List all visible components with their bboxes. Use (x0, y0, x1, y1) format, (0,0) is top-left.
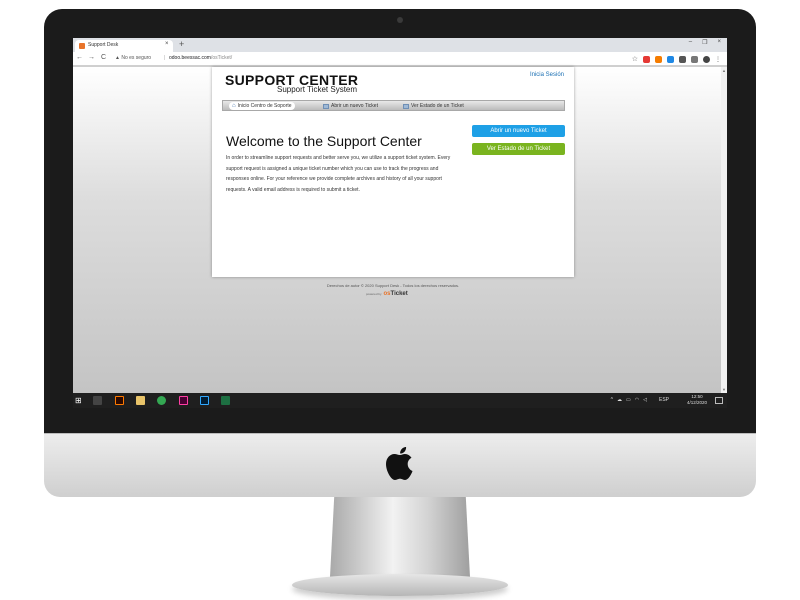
battery-icon[interactable]: ▭ (626, 397, 631, 403)
security-indicator[interactable]: ▲ No es seguro (115, 55, 151, 61)
monitor-stand-base (292, 574, 508, 596)
address-bar[interactable]: odoo.beessac.com/osTicket/ (169, 55, 232, 61)
new-ticket-icon (323, 103, 329, 109)
task-view-icon[interactable] (93, 396, 102, 405)
extension-icon[interactable] (643, 55, 650, 63)
check-status-button[interactable]: Ver Estado de un Ticket (472, 143, 565, 155)
nav-check-status-label: Ver Estado de un Ticket (411, 103, 464, 109)
url-path: /osTicket/ (210, 55, 233, 61)
chrome-icon[interactable] (157, 396, 166, 405)
cloud-icon[interactable]: ☁ (617, 397, 622, 403)
extension-icon[interactable] (667, 55, 674, 63)
language-indicator[interactable]: ESP (659, 397, 669, 403)
vertical-scrollbar[interactable]: ▲ ▼ (721, 67, 727, 393)
nav-check-status[interactable]: Ver Estado de un Ticket (400, 102, 467, 110)
back-button[interactable]: ← (76, 54, 83, 61)
clock[interactable]: 12:50 4/12/2020 (687, 394, 707, 406)
osticket-logo-name: Ticket (390, 291, 408, 297)
windows-taskbar: ⊞ ^ ☁ ▭ ◠ ◁ ESP 12:50 4/12/2020 (73, 393, 727, 408)
imac-mockup: Support Desk × + – ❐ × ← → C ▲ No es seg… (0, 0, 800, 600)
open-ticket-button[interactable]: Abrir un nuevo Ticket (472, 125, 565, 137)
footer-copyright: Derechos de autor © 2020 Support Desk - … (326, 283, 460, 288)
bookmark-star-icon[interactable]: ☆ (632, 55, 638, 63)
welcome-paragraph: In order to streamline support requests … (226, 155, 451, 193)
tray-expand-icon[interactable]: ^ (611, 397, 613, 403)
scroll-down-icon[interactable]: ▼ (722, 387, 726, 392)
wifi-icon[interactable]: ◠ (635, 397, 639, 403)
forward-button[interactable]: → (88, 54, 95, 61)
powered-by-osticket[interactable]: powered by osTicket (366, 291, 408, 297)
page-viewport: SUPPORT CENTER Support Ticket System Ini… (73, 67, 727, 393)
browser-tab[interactable]: Support Desk × (75, 40, 173, 52)
reload-button[interactable]: C (101, 54, 106, 61)
tab-close-icon[interactable]: × (165, 41, 169, 47)
webcam (397, 17, 403, 23)
volume-icon[interactable]: ◁ (643, 397, 647, 403)
browser-tab-strip: Support Desk × + – ❐ × (73, 38, 727, 52)
system-tray: ^ ☁ ▭ ◠ ◁ (611, 397, 647, 403)
file-explorer-icon[interactable] (136, 396, 145, 405)
url-separator: | (164, 55, 166, 61)
tab-title: Support Desk (88, 42, 119, 48)
extension-icon[interactable] (655, 55, 662, 63)
notification-icon[interactable] (715, 397, 723, 404)
photoshop-icon[interactable] (200, 396, 209, 405)
osticket-logo-prefix: os (383, 291, 391, 297)
excel-icon[interactable] (221, 396, 230, 405)
minimize-button[interactable]: – (689, 39, 692, 46)
osticket-logo: osTicket (384, 291, 408, 297)
maximize-button[interactable]: ❐ (702, 39, 707, 46)
monitor-stand (330, 497, 470, 577)
nav-home-label: Inicio Centro de Soporte (237, 103, 292, 109)
profile-avatar-icon[interactable] (703, 55, 710, 63)
url-host: odoo.beessac.com (169, 55, 211, 61)
illustrator-icon[interactable] (115, 396, 124, 405)
kebab-menu-icon[interactable]: ⋮ (715, 56, 721, 63)
new-tab-button[interactable]: + (179, 39, 184, 49)
welcome-heading: Welcome to the Support Center (226, 133, 422, 149)
apple-logo-icon (386, 447, 413, 480)
ticket-status-icon (403, 103, 409, 109)
windows-start-icon[interactable]: ⊞ (75, 396, 82, 405)
puzzle-extensions-icon[interactable] (679, 55, 686, 63)
browser-toolbar: ← → C ▲ No es seguro | odoo.beessac.com/… (73, 52, 727, 66)
scroll-up-icon[interactable]: ▲ (722, 68, 726, 73)
screen: Support Desk × + – ❐ × ← → C ▲ No es seg… (73, 38, 727, 408)
logo-subtitle: Support Ticket System (277, 85, 358, 94)
powered-by-label: powered by (366, 292, 382, 296)
extension-area: ☆ ⋮ (632, 55, 721, 63)
sign-in-link[interactable]: Inicia Sesión (530, 72, 564, 78)
clock-date: 4/12/2020 (686, 400, 707, 405)
nav-home[interactable]: ⌂ Inicio Centro de Soporte (229, 102, 295, 110)
reading-list-icon[interactable] (691, 55, 698, 63)
indesign-icon[interactable] (179, 396, 188, 405)
osticket-favicon-icon (79, 43, 85, 49)
close-window-button[interactable]: × (717, 39, 721, 46)
page-container: SUPPORT CENTER Support Ticket System Ini… (212, 67, 574, 277)
home-icon: ⌂ (232, 103, 236, 109)
nav-open-ticket[interactable]: Abrir un nuevo Ticket (320, 102, 381, 110)
main-nav: ⌂ Inicio Centro de Soporte Abrir un nuev… (222, 100, 565, 111)
nav-open-ticket-label: Abrir un nuevo Ticket (331, 103, 378, 109)
window-controls: – ❐ × (689, 39, 721, 46)
